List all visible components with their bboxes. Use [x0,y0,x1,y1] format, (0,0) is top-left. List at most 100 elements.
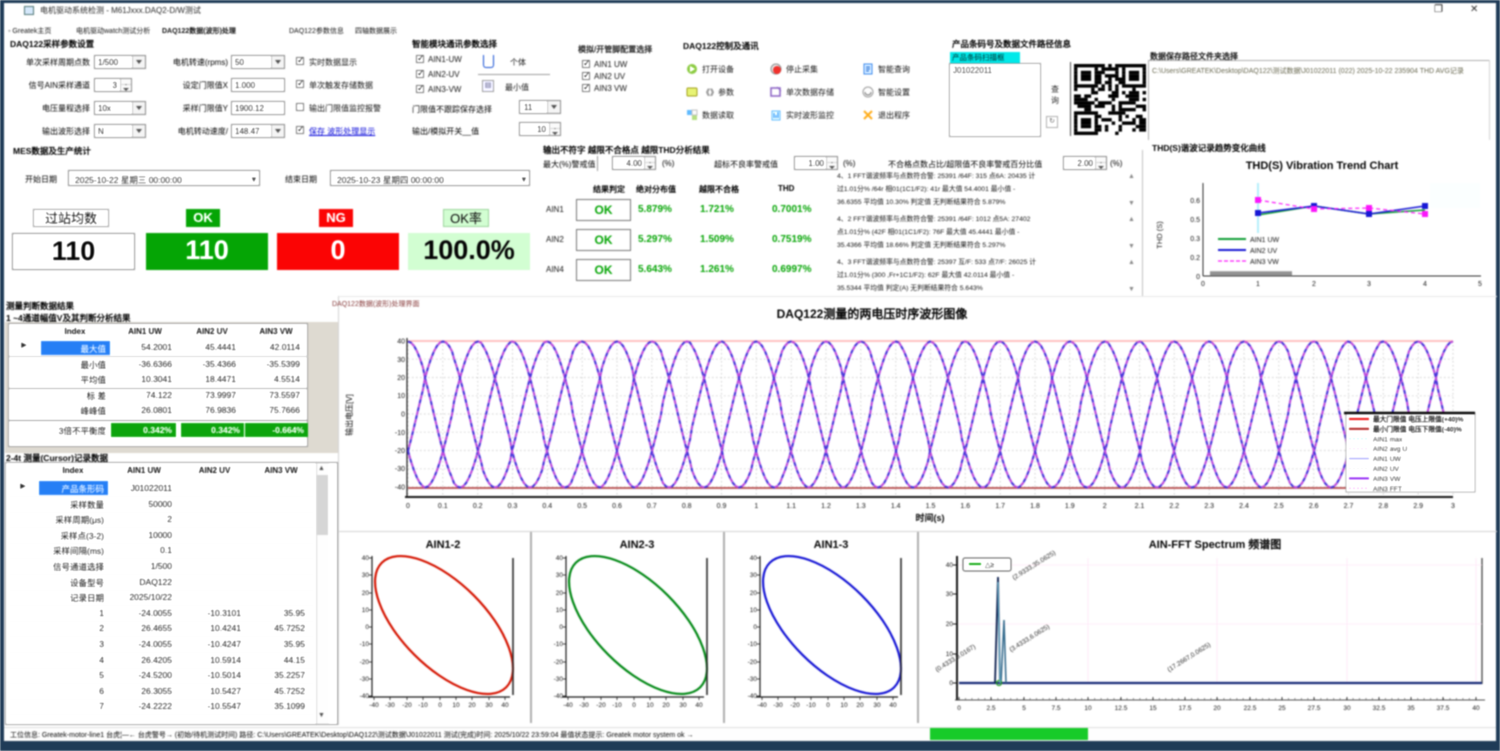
svg-text:4: 4 [1423,281,1427,288]
svg-text:2.5: 2.5 [1274,503,1284,510]
svg-text:40: 40 [362,555,370,562]
svg-text:0: 0 [401,412,405,419]
svg-text:15: 15 [1149,705,1157,712]
svg-text:20: 20 [1213,705,1221,712]
svg-text:(2.9333,35.0625): (2.9333,35.0625) [1011,550,1057,582]
svg-text:-20: -20 [748,659,758,666]
svg-text:5: 5 [1022,705,1026,712]
svg-text:1.2: 1.2 [821,503,831,510]
svg-text:0: 0 [406,503,410,510]
svg-text:2.2: 2.2 [1169,503,1179,510]
svg-text:3: 3 [1451,503,1455,510]
svg-text:1.9: 1.9 [1065,503,1075,510]
svg-text:0.2: 0.2 [1190,255,1200,262]
svg-text:0: 0 [957,705,961,712]
svg-text:-30: -30 [748,676,758,683]
svg-text:(3.4333,6.0625): (3.4333,6.0625) [1008,623,1051,653]
svg-text:0: 0 [559,624,563,631]
svg-text:0: 0 [826,702,830,709]
svg-text:输出电压[V]: 输出电压[V] [344,394,354,436]
svg-text:-40: -40 [563,702,573,709]
svg-text:AIN1-3: AIN1-3 [814,539,849,551]
svg-text:35: 35 [1407,705,1415,712]
svg-text:-20: -20 [596,702,606,709]
svg-text:-20: -20 [790,702,800,709]
svg-text:DAQ122测量的两电压时序波形图像: DAQ122测量的两电压时序波形图像 [777,306,969,321]
svg-text:-10: -10 [806,702,816,709]
svg-text:AIN1 UW: AIN1 UW [1250,237,1280,244]
svg-text:40: 40 [556,555,564,562]
svg-text:10: 10 [452,702,460,709]
svg-text:1.7: 1.7 [995,503,1005,510]
svg-text:1.8: 1.8 [1030,503,1040,510]
svg-text:AIN-FFT Spectrum 频谱图: AIN-FFT Spectrum 频谱图 [1149,537,1282,551]
svg-text:-20: -20 [360,659,370,666]
svg-text:2.1: 2.1 [1135,503,1145,510]
svg-text:0.5: 0.5 [577,503,587,510]
svg-text:30: 30 [873,702,881,709]
svg-text:-30: -30 [385,702,395,709]
svg-text:0: 0 [1196,274,1200,281]
svg-text:△≥: △≥ [985,562,994,569]
svg-text:1.3: 1.3 [856,503,866,510]
svg-text:20: 20 [362,590,370,597]
svg-text:10: 10 [840,702,848,709]
svg-text:0.3: 0.3 [508,503,518,510]
svg-text:0.2: 0.2 [473,503,483,510]
svg-text:0.8: 0.8 [682,503,692,510]
svg-text:1.5: 1.5 [926,503,936,510]
svg-text:-10: -10 [554,641,564,648]
svg-text:0.1: 0.1 [438,503,448,510]
svg-text:-20: -20 [402,702,412,709]
svg-text:AIN3 VW: AIN3 VW [1250,259,1279,266]
svg-text:40: 40 [889,702,897,709]
svg-text:AIN3 VW: AIN3 VW [1373,476,1401,483]
svg-text:10: 10 [397,393,405,400]
svg-text:AIN2 UV: AIN2 UV [1373,466,1400,473]
svg-text:-10: -10 [612,702,622,709]
svg-text:-40: -40 [757,702,767,709]
svg-text:AIN1 UW: AIN1 UW [1373,456,1402,463]
svg-text:20: 20 [856,702,864,709]
svg-text:0.7: 0.7 [647,503,657,510]
svg-text:7.5: 7.5 [1051,705,1060,712]
svg-text:30: 30 [946,591,954,598]
svg-text:-30: -30 [360,676,370,683]
svg-text:-10: -10 [395,430,405,437]
svg-text:1.6: 1.6 [960,503,970,510]
svg-text:0: 0 [949,680,953,687]
svg-text:1.4: 1.4 [891,503,901,510]
svg-text:5: 5 [1478,281,1482,288]
svg-text:-30: -30 [773,702,783,709]
svg-text:25: 25 [1278,705,1286,712]
svg-text:2.9: 2.9 [1413,503,1423,510]
svg-text:30: 30 [556,572,564,579]
svg-text:2.7: 2.7 [1344,503,1354,510]
svg-text:2.4: 2.4 [1239,503,1249,510]
svg-text:0: 0 [632,702,636,709]
svg-text:12.5: 12.5 [1115,705,1128,712]
svg-text:40: 40 [501,702,509,709]
svg-text:0: 0 [438,702,442,709]
svg-text:0.5: 0.5 [1190,217,1200,224]
svg-text:30: 30 [679,702,687,709]
svg-text:-10: -10 [748,641,758,648]
svg-text:2.5: 2.5 [986,705,995,712]
svg-text:1.1: 1.1 [786,503,796,510]
svg-text:-20: -20 [554,659,564,666]
svg-text:10: 10 [1084,705,1092,712]
svg-text:10: 10 [750,607,758,614]
svg-text:2.6: 2.6 [1309,503,1319,510]
svg-text:2: 2 [1312,281,1316,288]
svg-text:20: 20 [662,702,670,709]
svg-text:3: 3 [1367,281,1371,288]
svg-text:10: 10 [556,607,564,614]
svg-text:22.5: 22.5 [1244,705,1257,712]
svg-text:20: 20 [397,375,405,382]
svg-text:0: 0 [365,624,369,631]
svg-text:2.3: 2.3 [1204,503,1214,510]
svg-text:20: 20 [556,590,564,597]
svg-text:17.5: 17.5 [1179,705,1192,712]
svg-text:30: 30 [750,572,758,579]
svg-text:-30: -30 [579,702,589,709]
